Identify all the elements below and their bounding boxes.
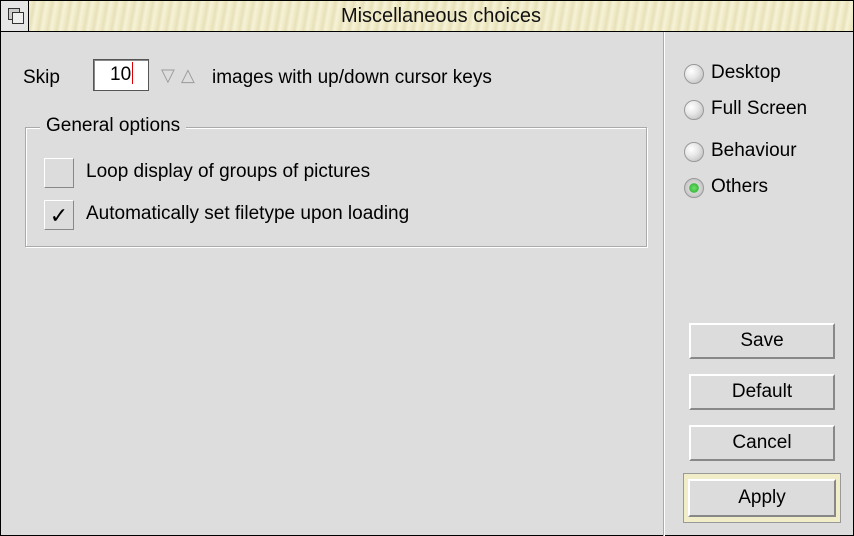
- skip-count-value: 10: [110, 64, 132, 85]
- save-button[interactable]: Save: [689, 323, 835, 359]
- back-icon-square-front: [12, 12, 24, 24]
- title-bar[interactable]: Miscellaneous choices: [1, 1, 853, 32]
- choices-window: Miscellaneous choices Skip 10 ▽ △ images…: [0, 0, 854, 536]
- text-caret: [132, 62, 134, 84]
- loop-display-label: Loop display of groups of pictures: [86, 161, 371, 182]
- apply-button-default-frame: Apply: [683, 473, 841, 523]
- auto-filetype-checkbox[interactable]: ✓: [44, 200, 74, 230]
- auto-filetype-label: Automatically set filetype upon loading: [86, 203, 410, 224]
- radio-selected-icon[interactable]: [684, 178, 704, 198]
- cancel-button[interactable]: Cancel: [689, 425, 835, 461]
- section-label-desktop: Desktop: [711, 62, 781, 83]
- radio-icon[interactable]: [684, 64, 704, 84]
- section-label-behaviour: Behaviour: [711, 140, 797, 161]
- skip-suffix-label: images with up/down cursor keys: [212, 67, 492, 88]
- column-divider: [663, 32, 664, 536]
- section-label-full-screen: Full Screen: [711, 98, 808, 119]
- increment-arrow-icon[interactable]: △: [181, 65, 195, 86]
- general-options-group: General options Loop display of groups o…: [25, 115, 647, 247]
- decrement-arrow-icon[interactable]: ▽: [161, 65, 175, 86]
- radio-icon[interactable]: [684, 100, 704, 120]
- skip-count-input[interactable]: 10: [93, 59, 149, 91]
- loop-display-checkbox[interactable]: [44, 158, 74, 188]
- section-label-others: Others: [711, 176, 769, 197]
- window-title: Miscellaneous choices: [340, 5, 542, 27]
- radio-icon[interactable]: [684, 142, 704, 162]
- general-options-title: General options: [40, 115, 187, 137]
- skip-label: Skip: [23, 67, 60, 88]
- apply-button[interactable]: Apply: [688, 479, 836, 517]
- default-button[interactable]: Default: [689, 374, 835, 410]
- back-icon[interactable]: [1, 1, 29, 31]
